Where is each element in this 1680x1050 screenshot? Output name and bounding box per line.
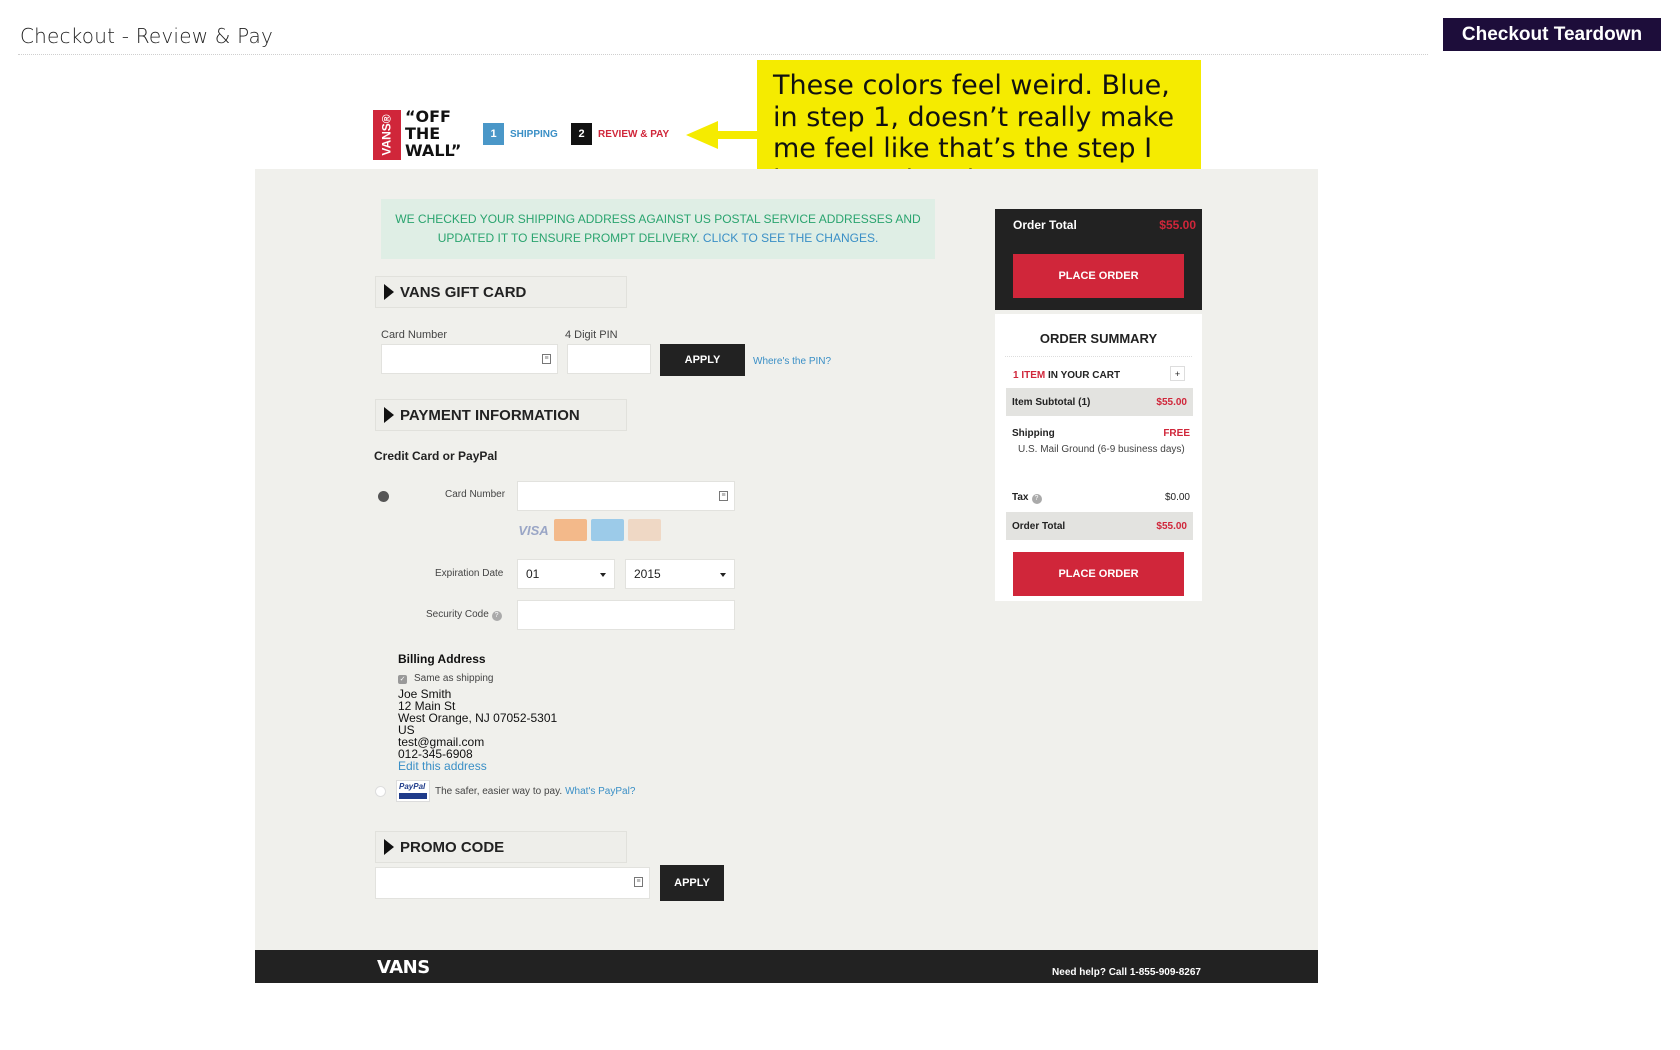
exp-month-select[interactable]: 01 <box>517 559 615 589</box>
expand-triangle-icon <box>384 839 394 855</box>
tax-label: Tax <box>1012 492 1029 503</box>
paypal-option: PayPal The safer, easier way to pay. Wha… <box>375 780 635 802</box>
paypal-logo: PayPal <box>396 780 430 802</box>
expand-cart-icon[interactable]: + <box>1170 366 1185 381</box>
info-icon[interactable]: ? <box>491 611 502 621</box>
paypal-radio[interactable] <box>375 785 386 797</box>
exp-year-value: 2015 <box>634 567 661 581</box>
footer-logo[interactable]: VANS <box>377 957 430 978</box>
section-title: PROMO CODE <box>400 838 505 856</box>
footer: VANS Need help? Call 1-855-909-8267 <box>255 950 1318 983</box>
whats-paypal-link[interactable]: What's PayPal? <box>565 786 635 797</box>
billing-address: Billing Address ✓ Same as shipping Joe S… <box>398 653 557 772</box>
billing-title: Billing Address <box>398 652 486 666</box>
teardown-badge: Checkout Teardown <box>1443 18 1661 51</box>
card-icon: ≡ <box>542 354 551 364</box>
step-number: 2 <box>571 123 592 145</box>
address-notice: WE CHECKED YOUR SHIPPING ADDRESS AGAINST… <box>381 199 935 259</box>
card-icon: ≡ <box>634 877 643 887</box>
tax-value: $0.00 <box>1164 492 1190 503</box>
step-review-pay: 2 REVIEW & PAY <box>571 123 669 145</box>
card-number-input[interactable]: ≡ <box>517 481 735 511</box>
security-code-input[interactable] <box>517 600 735 630</box>
exp-month-value: 01 <box>526 567 540 581</box>
shipping-row: Shipping FREE U.S. Mail Ground (6-9 busi… <box>1012 428 1190 457</box>
section-title: VANS GIFT CARD <box>400 283 527 301</box>
page-title: Checkout - Review & Pay <box>20 24 274 48</box>
order-total-panel: Order Total $55.00 PLACE ORDER <box>995 209 1202 310</box>
vans-logo-mark: VANS® <box>373 110 401 160</box>
order-summary: ORDER SUMMARY 1 ITEM IN YOUR CART + Item… <box>995 314 1202 601</box>
divider <box>1005 356 1192 357</box>
card-icon: ≡ <box>719 491 728 501</box>
order-total-label: Order Total <box>1012 521 1066 532</box>
subtotal-value: $55.00 <box>1156 397 1187 408</box>
subtotal-label: Item Subtotal (1) <box>1012 397 1091 408</box>
gift-card-pin-input[interactable] <box>567 344 651 374</box>
cart-count: 1 ITEM IN YOUR CART <box>1013 370 1121 381</box>
shipping-method: U.S. Mail Ground (6-9 business days) <box>1018 444 1185 455</box>
gift-card-number-label: Card Number <box>381 329 448 341</box>
order-summary-title: ORDER SUMMARY <box>1039 331 1158 346</box>
order-total-value: $55.00 <box>1159 218 1196 232</box>
gift-card-pin-label: 4 Digit PIN <box>565 329 618 341</box>
order-total-value: $55.00 <box>1156 521 1187 532</box>
help-phone: Need help? Call 1-855-909-8267 <box>1052 967 1201 978</box>
step-number: 1 <box>483 123 504 145</box>
tax-row: Tax? $0.00 <box>1012 492 1190 504</box>
logo-tagline: “OFF THE WALL” <box>405 107 462 160</box>
step-label: SHIPPING <box>510 128 558 140</box>
vans-logo[interactable]: VANS® “OFF THE WALL” <box>373 108 473 162</box>
edit-address-link[interactable]: Edit this address <box>398 760 557 772</box>
promo-code-input[interactable]: ≡ <box>375 867 650 899</box>
chevron-down-icon <box>600 573 606 577</box>
expand-triangle-icon <box>384 407 394 423</box>
same-as-shipping-label: Same as shipping <box>414 673 494 684</box>
visa-icon: VISA <box>517 519 550 541</box>
shipping-label: Shipping <box>1012 428 1055 439</box>
credit-card-radio[interactable] <box>378 491 389 502</box>
annotation-arrow-icon <box>686 121 762 149</box>
payment-subtitle: Credit Card or PayPal <box>374 449 498 463</box>
pin-help-link[interactable]: Where's the PIN? <box>753 356 831 367</box>
same-as-shipping-checkbox[interactable]: ✓ Same as shipping <box>398 673 557 685</box>
card-number-label: Card Number <box>445 489 506 500</box>
discover-icon <box>628 519 661 541</box>
see-changes-link[interactable]: CLICK TO SEE THE CHANGES. <box>703 231 878 245</box>
promo-apply-button[interactable]: APPLY <box>660 865 724 901</box>
amex-icon <box>591 519 624 541</box>
checkbox-icon: ✓ <box>398 674 407 684</box>
item-subtotal-row: Item Subtotal (1) $55.00 <box>1006 388 1193 416</box>
accepted-cards: VISA <box>517 519 661 541</box>
shipping-value: FREE <box>1163 428 1190 439</box>
security-code-label: Security Code ? <box>426 609 502 621</box>
section-title: PAYMENT INFORMATION <box>400 406 580 424</box>
page-header: Checkout - Review & Pay <box>18 20 1428 55</box>
chevron-down-icon <box>720 573 726 577</box>
place-order-button-top[interactable]: PLACE ORDER <box>1013 254 1184 298</box>
gift-card-section-toggle[interactable]: VANS GIFT CARD <box>375 276 627 308</box>
info-icon[interactable]: ? <box>1031 494 1042 504</box>
step-shipping[interactable]: 1 SHIPPING <box>483 123 558 145</box>
payment-section-toggle[interactable]: PAYMENT INFORMATION <box>375 399 627 431</box>
checkout-canvas: WE CHECKED YOUR SHIPPING ADDRESS AGAINST… <box>255 169 1318 950</box>
exp-year-select[interactable]: 2015 <box>625 559 735 589</box>
paypal-text: The safer, easier way to pay. <box>435 785 563 797</box>
expiration-label: Expiration Date <box>435 568 504 579</box>
order-total-row: Order Total $55.00 <box>1006 512 1193 540</box>
gift-card-number-input[interactable]: ≡ <box>381 344 558 374</box>
gift-card-apply-button[interactable]: APPLY <box>660 344 745 376</box>
place-order-button-bottom[interactable]: PLACE ORDER <box>1013 552 1184 596</box>
order-total-label: Order Total <box>1013 218 1077 232</box>
step-label: REVIEW & PAY <box>598 128 670 140</box>
promo-section-toggle[interactable]: PROMO CODE <box>375 831 627 863</box>
mastercard-icon <box>554 519 587 541</box>
expand-triangle-icon <box>384 284 394 300</box>
billing-city: West Orange, NJ 07052-5301 <box>398 711 558 725</box>
